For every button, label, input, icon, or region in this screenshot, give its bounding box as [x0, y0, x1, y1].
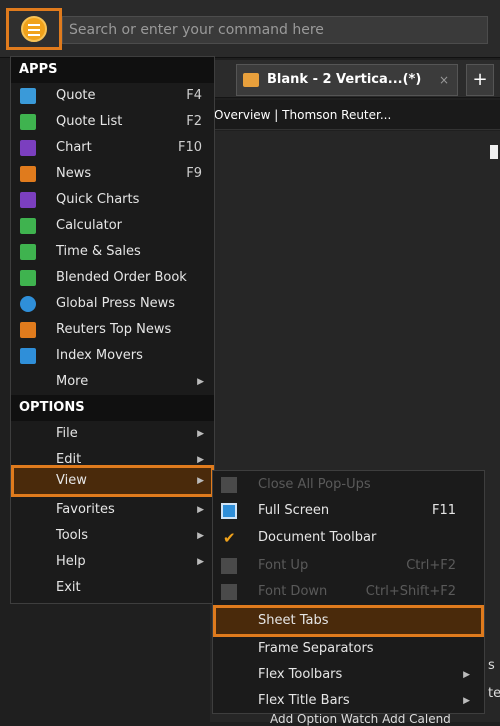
submenu-item-close-all-popups[interactable]: Close All Pop-Ups [213, 471, 484, 499]
submenu-item-frame-separators[interactable]: Frame Separators [213, 635, 484, 663]
menu-item-reuters-top-news[interactable]: Reuters Top News [11, 317, 214, 343]
workspace-marker [490, 145, 498, 159]
tab-blank[interactable]: Blank - 2 Vertica...(*) × [236, 64, 458, 96]
menu-item-time-sales[interactable]: Time & Sales [11, 239, 214, 265]
submenu-arrow-icon: ▶ [197, 505, 204, 515]
menu-item-favorites[interactable]: Favorites ▶ [11, 497, 214, 523]
submenu-arrow-icon: ▶ [463, 670, 470, 680]
document-title: Overview | Thomson Reuter... [210, 100, 500, 130]
menu-item-quote[interactable]: Quote F4 [11, 83, 214, 109]
submenu-arrow-icon: ▶ [197, 531, 204, 541]
background-text: s [488, 658, 495, 673]
time-sales-icon [20, 244, 36, 260]
submenu-arrow-icon: ▶ [197, 377, 204, 387]
quote-icon [20, 88, 36, 104]
main-menu: APPS Quote F4 Quote List F2 Chart F10 Ne… [10, 56, 215, 604]
submenu-item-font-down[interactable]: Font Down Ctrl+Shift+F2 [213, 578, 484, 606]
menu-item-edit[interactable]: Edit ▶ [11, 447, 214, 465]
menu-item-chart[interactable]: Chart F10 [11, 135, 214, 161]
font-down-icon [221, 584, 237, 600]
monitor-icon [221, 503, 237, 519]
submenu-item-full-screen[interactable]: Full Screen F11 [213, 497, 484, 525]
calculator-icon [20, 218, 36, 234]
background-text: te [488, 686, 500, 701]
tab-layout-icon [243, 73, 259, 87]
menu-item-index-movers[interactable]: Index Movers [11, 343, 214, 369]
checkmark-icon: ✔ [223, 529, 236, 547]
menu-item-help[interactable]: Help ▶ [11, 549, 214, 575]
menu-item-blended-order-book[interactable]: Blended Order Book [11, 265, 214, 291]
submenu-arrow-icon: ▶ [463, 696, 470, 706]
font-up-icon [221, 558, 237, 574]
menu-item-calculator[interactable]: Calculator [11, 213, 214, 239]
tab-strip: Blank - 2 Vertica...(*) × + [210, 60, 500, 98]
submenu-item-document-toolbar[interactable]: ✔ Document Toolbar [213, 524, 484, 552]
submenu-arrow-icon: ▶ [197, 455, 204, 465]
submenu-arrow-icon: ▶ [197, 429, 204, 439]
submenu-item-font-up[interactable]: Font Up Ctrl+F2 [213, 552, 484, 580]
menu-logo-icon [21, 16, 47, 42]
menu-item-news[interactable]: News F9 [11, 161, 214, 187]
submenu-item-flex-title-bars[interactable]: Flex Title Bars ▶ [213, 687, 484, 715]
menu-item-exit[interactable]: Exit [11, 575, 214, 601]
order-book-icon [20, 270, 36, 286]
app-menu-button[interactable] [6, 8, 62, 50]
chart-icon [20, 140, 36, 156]
submenu-item-flex-toolbars[interactable]: Flex Toolbars ▶ [213, 661, 484, 689]
command-bar: Search or enter your command here [0, 0, 500, 58]
menu-item-quick-charts[interactable]: Quick Charts [11, 187, 214, 213]
view-submenu: Close All Pop-Ups Full Screen F11 ✔ Docu… [212, 470, 485, 714]
options-section-header: OPTIONS [11, 395, 214, 421]
menu-item-quote-list[interactable]: Quote List F2 [11, 109, 214, 135]
quote-list-icon [20, 114, 36, 130]
add-tab-button[interactable]: + [466, 64, 494, 96]
submenu-arrow-icon: ▶ [197, 476, 204, 486]
command-search-input[interactable]: Search or enter your command here [62, 16, 488, 44]
menu-item-file[interactable]: File ▶ [11, 421, 214, 447]
globe-icon [20, 296, 36, 312]
apps-section-header: APPS [11, 57, 214, 83]
submenu-item-sheet-tabs[interactable]: Sheet Tabs [213, 605, 484, 637]
menu-item-more[interactable]: More ▶ [11, 369, 214, 395]
submenu-arrow-icon: ▶ [197, 557, 204, 567]
tab-close-button[interactable]: × [439, 65, 449, 95]
popups-icon [221, 477, 237, 493]
news-icon [20, 166, 36, 182]
menu-item-view[interactable]: View ▶ [11, 465, 214, 497]
top-news-icon [20, 322, 36, 338]
index-movers-icon [20, 348, 36, 364]
quick-charts-icon [20, 192, 36, 208]
menu-item-tools[interactable]: Tools ▶ [11, 523, 214, 549]
tab-label: Blank - 2 Vertica...(*) [267, 72, 422, 87]
menu-item-global-press-news[interactable]: Global Press News [11, 291, 214, 317]
